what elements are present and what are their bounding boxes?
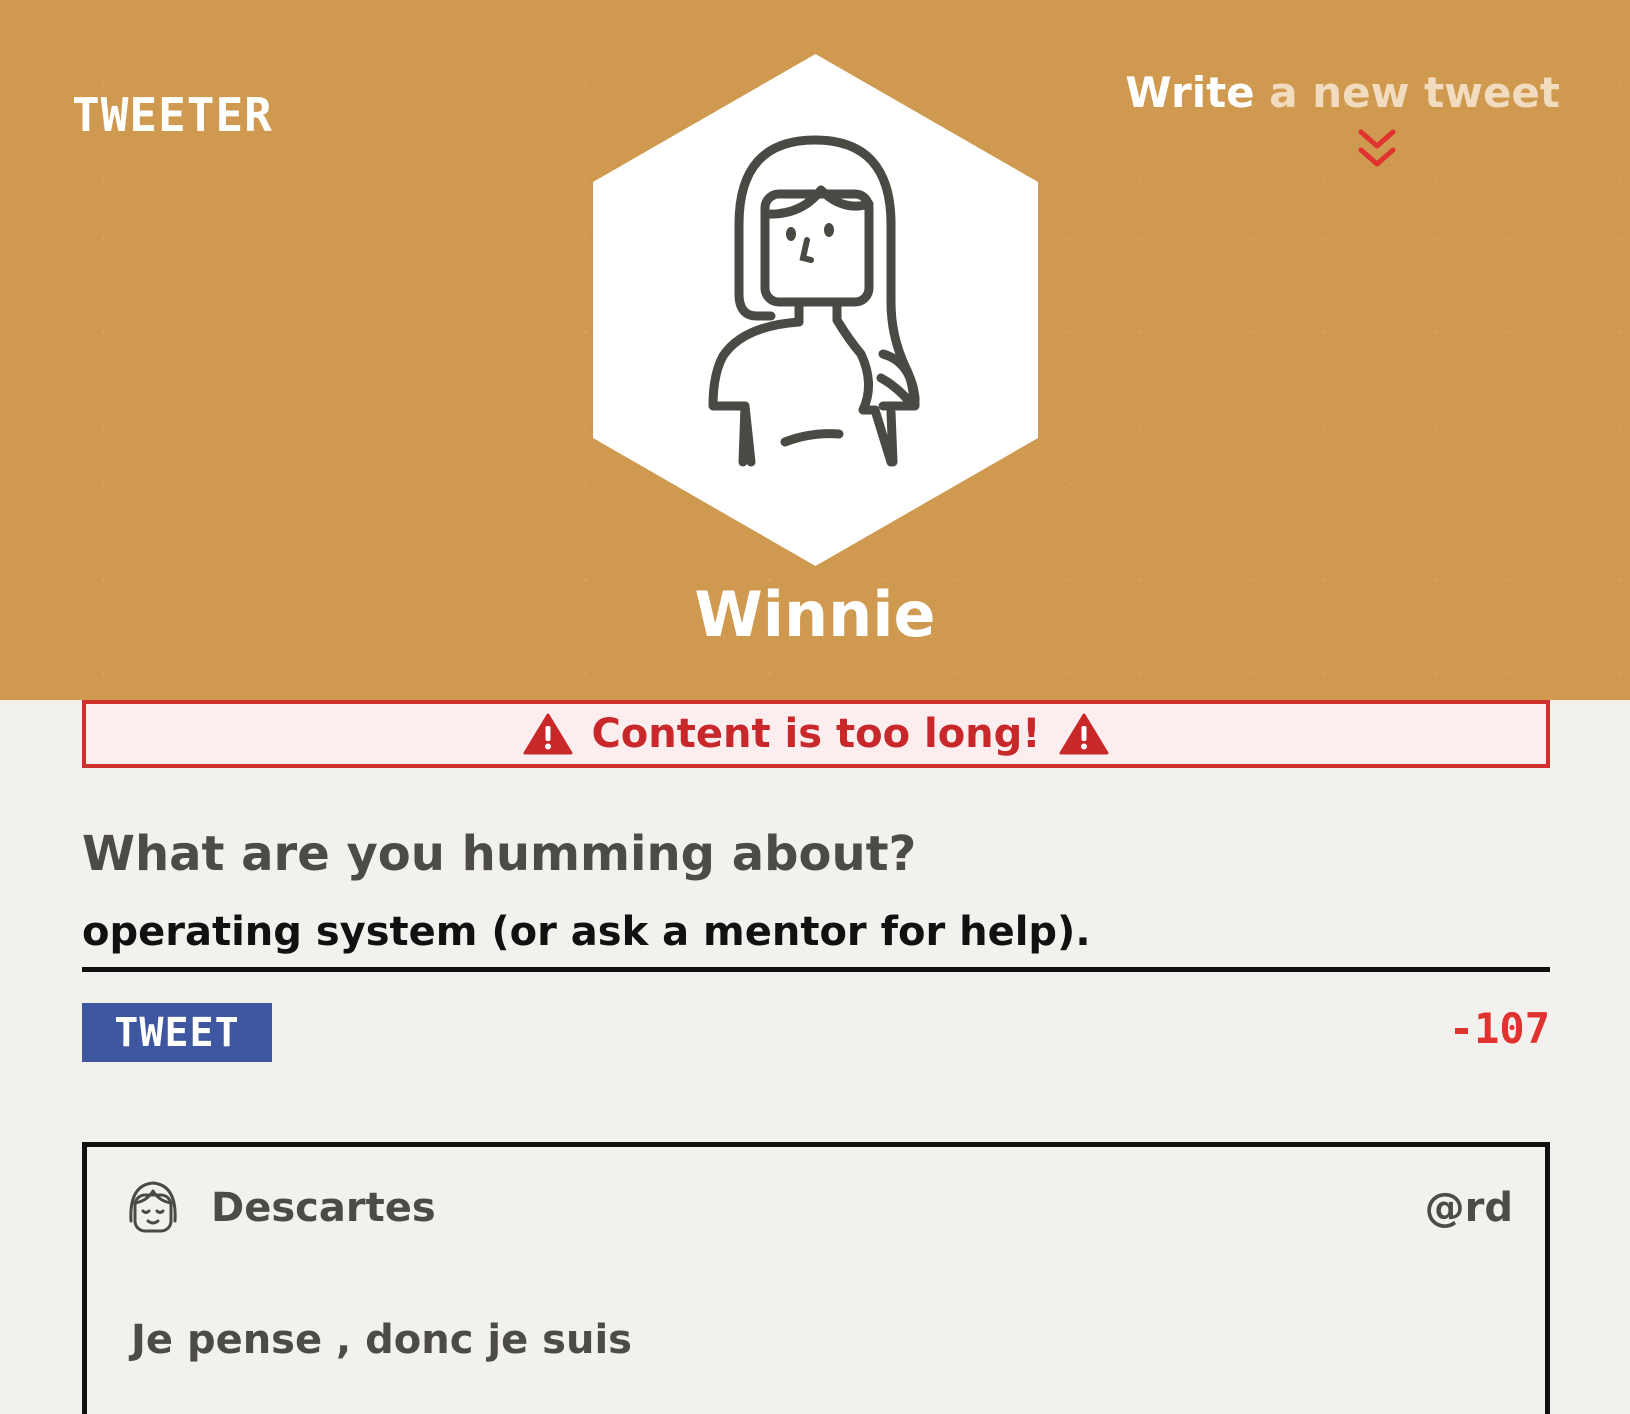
composer-prompt: What are you humming about? <box>82 826 917 882</box>
woman-avatar-icon <box>593 54 1038 566</box>
tweet-content: Je pense , donc je suis <box>131 1317 632 1363</box>
profile-header: TWEETER Write a new tweet Winnie <box>0 0 1630 700</box>
brand-logo[interactable]: TWEETER <box>72 88 273 142</box>
error-message: Content is too long! <box>591 711 1041 757</box>
tweet-handle: @rd <box>1424 1185 1513 1231</box>
profile-avatar <box>593 54 1038 566</box>
tweet-button[interactable]: TWEET <box>82 1003 272 1062</box>
smiling-face-avatar-icon <box>129 1181 177 1233</box>
tweet-card: Descartes @rd Je pense , donc je suis <box>82 1142 1550 1414</box>
double-chevron-down-icon[interactable] <box>1355 128 1399 172</box>
write-link-rest: a new tweet <box>1254 68 1560 117</box>
write-link-strong: Write <box>1125 68 1255 117</box>
warning-triangle-icon <box>1059 713 1109 755</box>
tweet-author: Descartes <box>211 1185 436 1231</box>
write-new-tweet-link[interactable]: Write a new tweet <box>1125 68 1560 117</box>
character-counter: -107 <box>1448 1004 1550 1053</box>
error-banner: Content is too long! <box>82 700 1550 768</box>
tweet-input[interactable] <box>82 896 1550 972</box>
profile-name: Winnie <box>694 578 936 651</box>
warning-triangle-icon <box>523 713 573 755</box>
